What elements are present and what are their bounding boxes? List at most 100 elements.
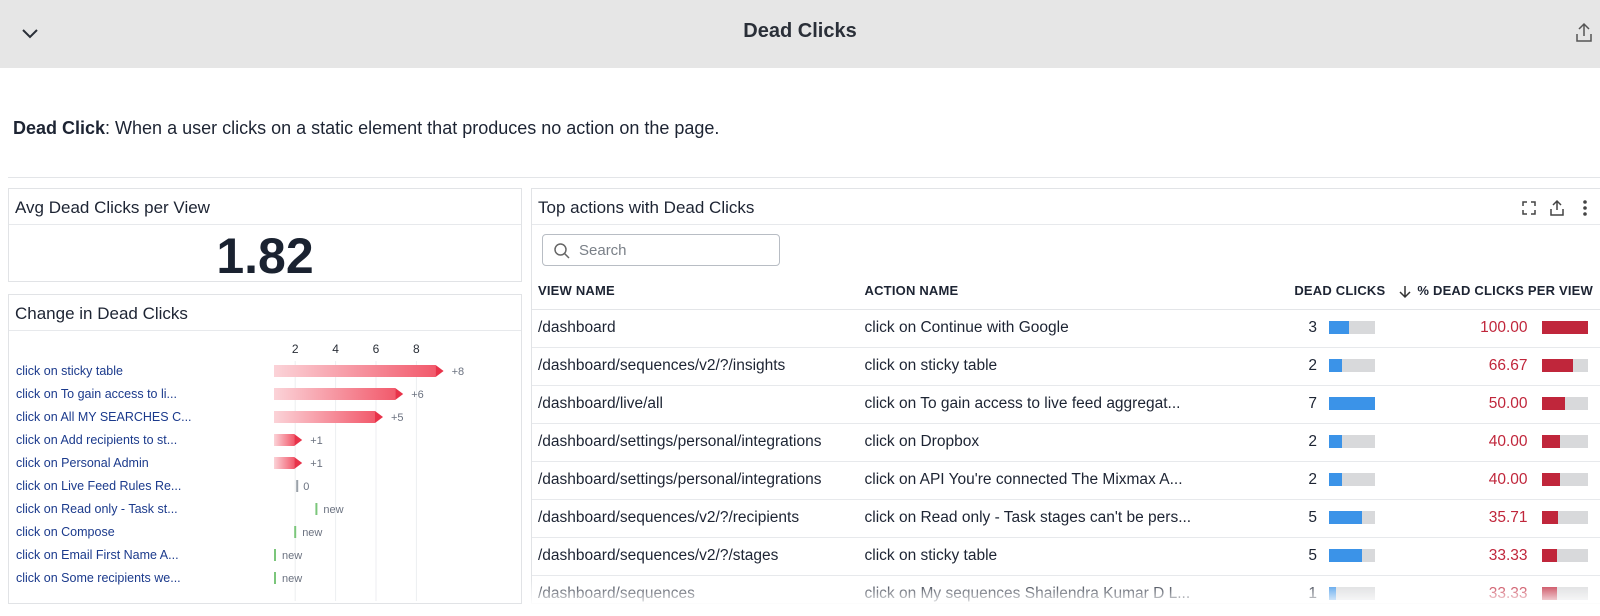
table-row[interactable]: /dashboard/sequences/v2/?/stages click on… <box>532 537 1600 576</box>
change-row-label[interactable]: click on Email First Name A... <box>16 548 179 562</box>
dead-click-description: Dead Click: When a user clicks on a stat… <box>13 118 719 139</box>
pct-bar-track <box>1541 511 1588 525</box>
action-name-cell: click on API You're connected The Mixmax… <box>858 461 1232 500</box>
dead-clicks-bar <box>1322 347 1412 386</box>
view-name-cell: /dashboard/settings/personal/integration… <box>532 423 859 462</box>
dead-clicks-bar <box>1322 499 1412 538</box>
pct-bar <box>1535 385 1600 424</box>
col-dead-clicks[interactable]: DEAD CLICKS <box>1231 273 1412 310</box>
more-icon[interactable] <box>1576 199 1594 217</box>
dead-clicks-bar-track <box>1328 549 1375 563</box>
avg-value: 1.82 <box>216 228 314 284</box>
change-dead-clicks-widget: Change in Dead Clicks 2 4 6 8 click on stick… <box>8 294 522 604</box>
change-bar-arrow <box>395 388 404 400</box>
table-row[interactable]: /dashboard/sequences/v2/?/insights click … <box>532 347 1600 386</box>
table-row[interactable]: /dashboard/settings/personal/integration… <box>532 461 1600 500</box>
action-name-cell: click on Dropbox <box>858 423 1232 462</box>
dead-clicks-bar-fill <box>1328 587 1336 601</box>
col-action-name[interactable]: ACTION NAME <box>858 273 1232 310</box>
change-value-label: +5 <box>391 412 404 424</box>
change-value-label: new <box>323 504 343 516</box>
table-header-row: VIEW NAME ACTION NAME DEAD CLICKS % DEAD… <box>532 273 1600 310</box>
change-row-label[interactable]: click on Compose <box>16 525 115 539</box>
change-row-label[interactable]: click on Add recipients to st... <box>16 433 177 447</box>
pct-cell: 33.33 <box>1411 537 1536 576</box>
dead-clicks-bar-track <box>1328 587 1375 601</box>
table-row[interactable]: /dashboard/settings/personal/integration… <box>532 423 1600 462</box>
description-text: : When a user clicks on a static element… <box>105 118 720 138</box>
action-name-cell: click on Continue with Google <box>858 309 1232 348</box>
table-row[interactable]: /dashboard/sequences/v2/?/recipients clic… <box>532 499 1600 538</box>
dead-clicks-cell: 1 <box>1231 575 1323 603</box>
change-row-label[interactable]: click on Some recipients we... <box>16 571 181 585</box>
pct-bar <box>1535 537 1600 576</box>
search-input[interactable] <box>579 240 769 260</box>
dead-clicks-bar-track <box>1328 511 1375 525</box>
search-box[interactable] <box>542 234 780 266</box>
pct-bar-track <box>1541 587 1588 601</box>
share-icon[interactable] <box>1574 22 1594 44</box>
action-name-cell: click on sticky table <box>858 537 1232 576</box>
dead-clicks-bar-track <box>1328 473 1375 487</box>
dead-clicks-cell: 2 <box>1231 423 1323 462</box>
action-name-cell: click on Read only - Task stages can't b… <box>858 499 1232 538</box>
change-value-label: new <box>282 550 302 562</box>
dead-clicks-cell: 3 <box>1231 309 1323 348</box>
view-name-cell: /dashboard <box>532 309 859 348</box>
divider <box>8 177 1600 178</box>
axis-tick-label: 6 <box>373 342 380 356</box>
dead-clicks-bar-fill <box>1328 511 1362 525</box>
pct-cell: 50.00 <box>1411 385 1536 424</box>
pct-bar-track <box>1541 321 1588 335</box>
change-row-label[interactable]: click on To gain access to li... <box>16 387 177 401</box>
pct-bar-track <box>1541 435 1588 449</box>
pct-cell: 33.33 <box>1411 575 1536 603</box>
table-row[interactable]: /dashboard/live/all click on To gain acce… <box>532 385 1600 424</box>
dead-clicks-cell: 7 <box>1231 385 1323 424</box>
dead-clicks-bar-fill <box>1328 549 1362 563</box>
dead-clicks-bar-fill <box>1328 435 1342 449</box>
pct-bar-fill <box>1541 511 1558 525</box>
share-icon[interactable] <box>1548 199 1566 217</box>
pct-cell: 35.71 <box>1411 499 1536 538</box>
dead-clicks-cell: 5 <box>1231 499 1323 538</box>
dead-clicks-cell: 2 <box>1231 461 1323 500</box>
change-bar-arrow <box>294 434 303 446</box>
change-row-label[interactable]: click on All MY SEARCHES C... <box>16 410 192 424</box>
change-row-label[interactable]: click on Live Feed Rules Re... <box>16 479 181 493</box>
dead-clicks-bar-track <box>1328 397 1375 411</box>
dead-clicks-bar <box>1322 537 1412 576</box>
col-view-name[interactable]: VIEW NAME <box>532 273 859 310</box>
pct-bar <box>1535 575 1600 603</box>
pct-cell: 66.67 <box>1411 347 1536 386</box>
top-actions-widget: Top actions with Dead Clicks VIEW NAME A… <box>531 188 1600 604</box>
change-row-label[interactable]: click on sticky table <box>16 364 123 378</box>
change-value-label: new <box>282 573 302 585</box>
axis-tick-label: 2 <box>292 342 299 356</box>
dead-clicks-bar-fill <box>1328 397 1375 411</box>
col-pct-dead-clicks[interactable]: % DEAD CLICKS PER VIEW <box>1411 273 1600 310</box>
pct-bar-track <box>1541 473 1588 487</box>
expand-icon[interactable] <box>1520 199 1538 217</box>
pct-bar <box>1535 423 1600 462</box>
widget-title: Top actions with Dead Clicks <box>532 189 1600 225</box>
pct-bar-fill <box>1541 473 1560 487</box>
pct-bar-track <box>1541 359 1588 373</box>
change-bar <box>274 434 295 446</box>
pct-bar-track <box>1541 549 1588 563</box>
dead-clicks-bar <box>1322 385 1412 424</box>
change-value-label: +1 <box>310 458 323 470</box>
change-row-label[interactable]: click on Read only - Task st... <box>16 502 178 516</box>
widget-title: Avg Dead Clicks per View <box>9 189 521 225</box>
pct-bar <box>1535 461 1600 500</box>
axis-tick-label: 4 <box>332 342 339 356</box>
pct-bar-fill <box>1541 587 1557 601</box>
table-row[interactable]: /dashboard click on Continue with Google 3… <box>532 309 1600 348</box>
table-row[interactable]: /dashboard/sequences click on My sequence… <box>532 575 1600 603</box>
view-name-cell: /dashboard/sequences/v2/?/recipients <box>532 499 859 538</box>
action-name-cell: click on To gain access to live feed agg… <box>858 385 1232 424</box>
pct-bar-fill <box>1541 549 1557 563</box>
dead-clicks-bar-track <box>1328 359 1375 373</box>
search-icon <box>553 242 571 260</box>
change-row-label[interactable]: click on Personal Admin <box>16 456 149 470</box>
